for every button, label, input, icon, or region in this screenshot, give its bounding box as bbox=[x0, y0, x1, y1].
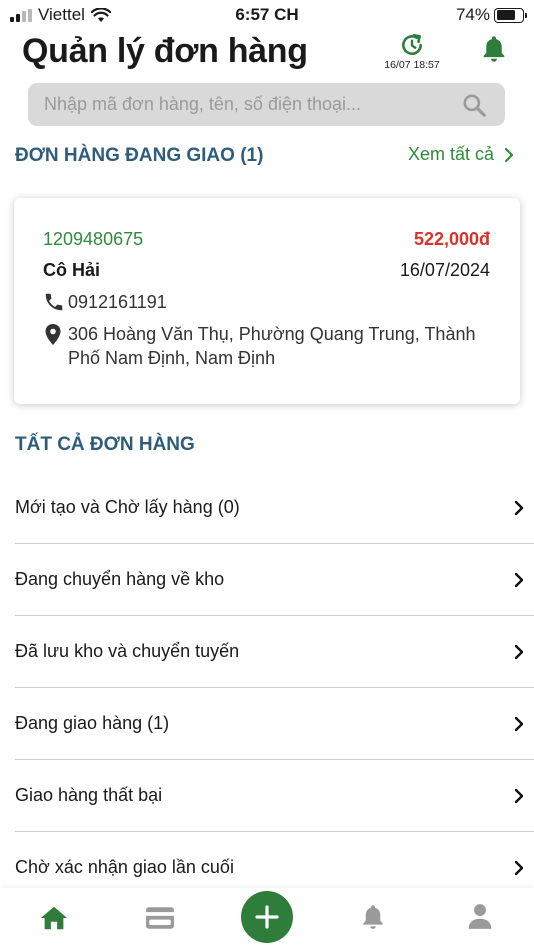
customer-address: 306 Hoàng Văn Thụ, Phường Quang Trung, T… bbox=[68, 324, 476, 368]
chevron-right-icon bbox=[514, 572, 524, 588]
profile-icon bbox=[468, 904, 492, 929]
order-card[interactable]: 1209480675 522,000đ Cô Hải 16/07/2024 09… bbox=[14, 198, 520, 404]
status-bar: Viettel 6:57 CH 74% bbox=[0, 0, 534, 30]
status-time: 6:57 CH bbox=[235, 5, 299, 24]
see-all-label: Xem tất cả bbox=[407, 144, 494, 164]
list-item-label: Mới tạo và Chờ lấy hàng (0) bbox=[15, 497, 240, 517]
tab-home[interactable] bbox=[39, 904, 69, 937]
bell-icon bbox=[483, 36, 505, 62]
notification-button[interactable] bbox=[480, 34, 508, 69]
add-icon bbox=[255, 905, 279, 929]
chevron-right-icon bbox=[514, 860, 524, 876]
chevron-right-icon bbox=[514, 500, 524, 516]
list-item-label: Đang chuyển hàng về kho bbox=[15, 569, 225, 589]
chevron-right-icon bbox=[514, 716, 524, 732]
location-pin-icon bbox=[45, 324, 61, 345]
tab-notifications[interactable] bbox=[360, 902, 386, 937]
sync-clock-icon bbox=[402, 33, 422, 55]
list-item[interactable]: Đang chuyển hàng về kho bbox=[15, 544, 534, 616]
order-price: 522,000đ bbox=[413, 229, 490, 249]
chevron-right-icon bbox=[514, 644, 524, 660]
list-item-label: Đã lưu kho và chuyển tuyến bbox=[15, 641, 240, 661]
list-item[interactable]: Đang giao hàng (1) bbox=[15, 688, 534, 760]
home-icon bbox=[40, 906, 68, 930]
tab-bar bbox=[0, 888, 534, 950]
tab-payments[interactable] bbox=[145, 906, 175, 935]
card-icon bbox=[146, 907, 174, 929]
in-delivery-heading: ĐƠN HÀNG ĐANG GIAO (1) bbox=[15, 145, 264, 166]
list-item[interactable]: Mới tạo và Chờ lấy hàng (0) bbox=[15, 472, 534, 544]
order-status-list: Mới tạo và Chờ lấy hàng (0) Đang chuyển … bbox=[15, 472, 534, 904]
customer-name: Cô Hải bbox=[43, 260, 101, 280]
list-item-label: Chờ xác nhận giao lần cuối bbox=[15, 857, 234, 877]
page-title: Quản lý đơn hàng bbox=[22, 32, 308, 70]
search-bar[interactable]: Nhập mã đơn hàng, tên, số điện thoại... bbox=[28, 83, 505, 126]
search-input[interactable]: Nhập mã đơn hàng, tên, số điện thoại... bbox=[44, 94, 361, 115]
order-date: 16/07/2024 bbox=[399, 260, 490, 280]
phone-icon bbox=[45, 293, 63, 311]
sync-time: 16/07 18:57 bbox=[384, 59, 440, 71]
phone-row: 0912161191 bbox=[43, 291, 167, 313]
battery-icon bbox=[494, 7, 527, 23]
search-icon[interactable] bbox=[461, 92, 487, 118]
add-order-button[interactable] bbox=[241, 891, 293, 943]
list-item-label: Đang giao hàng (1) bbox=[15, 713, 170, 733]
chevron-right-icon bbox=[504, 147, 514, 162]
order-id: 1209480675 bbox=[43, 229, 144, 249]
bell-icon bbox=[363, 905, 383, 929]
see-all-link[interactable]: Xem tất cả bbox=[408, 144, 514, 165]
list-item[interactable]: Giao hàng thất bại bbox=[15, 760, 534, 832]
sync-button[interactable]: 16/07 18:57 bbox=[376, 32, 448, 71]
status-right: 74% bbox=[455, 5, 527, 25]
tab-profile[interactable] bbox=[467, 902, 493, 935]
chevron-right-icon bbox=[514, 788, 524, 804]
customer-phone: 0912161191 bbox=[68, 291, 167, 312]
address-row: 306 Hoàng Văn Thụ, Phường Quang Trung, T… bbox=[43, 322, 488, 370]
header: Quản lý đơn hàng 16/07 18:57 bbox=[0, 28, 534, 76]
all-orders-heading: TẤT CẢ ĐƠN HÀNG bbox=[15, 434, 195, 455]
battery-percent: 74% bbox=[455, 5, 490, 24]
list-item-label: Giao hàng thất bại bbox=[15, 785, 163, 805]
list-item[interactable]: Đã lưu kho và chuyển tuyến bbox=[15, 616, 534, 688]
